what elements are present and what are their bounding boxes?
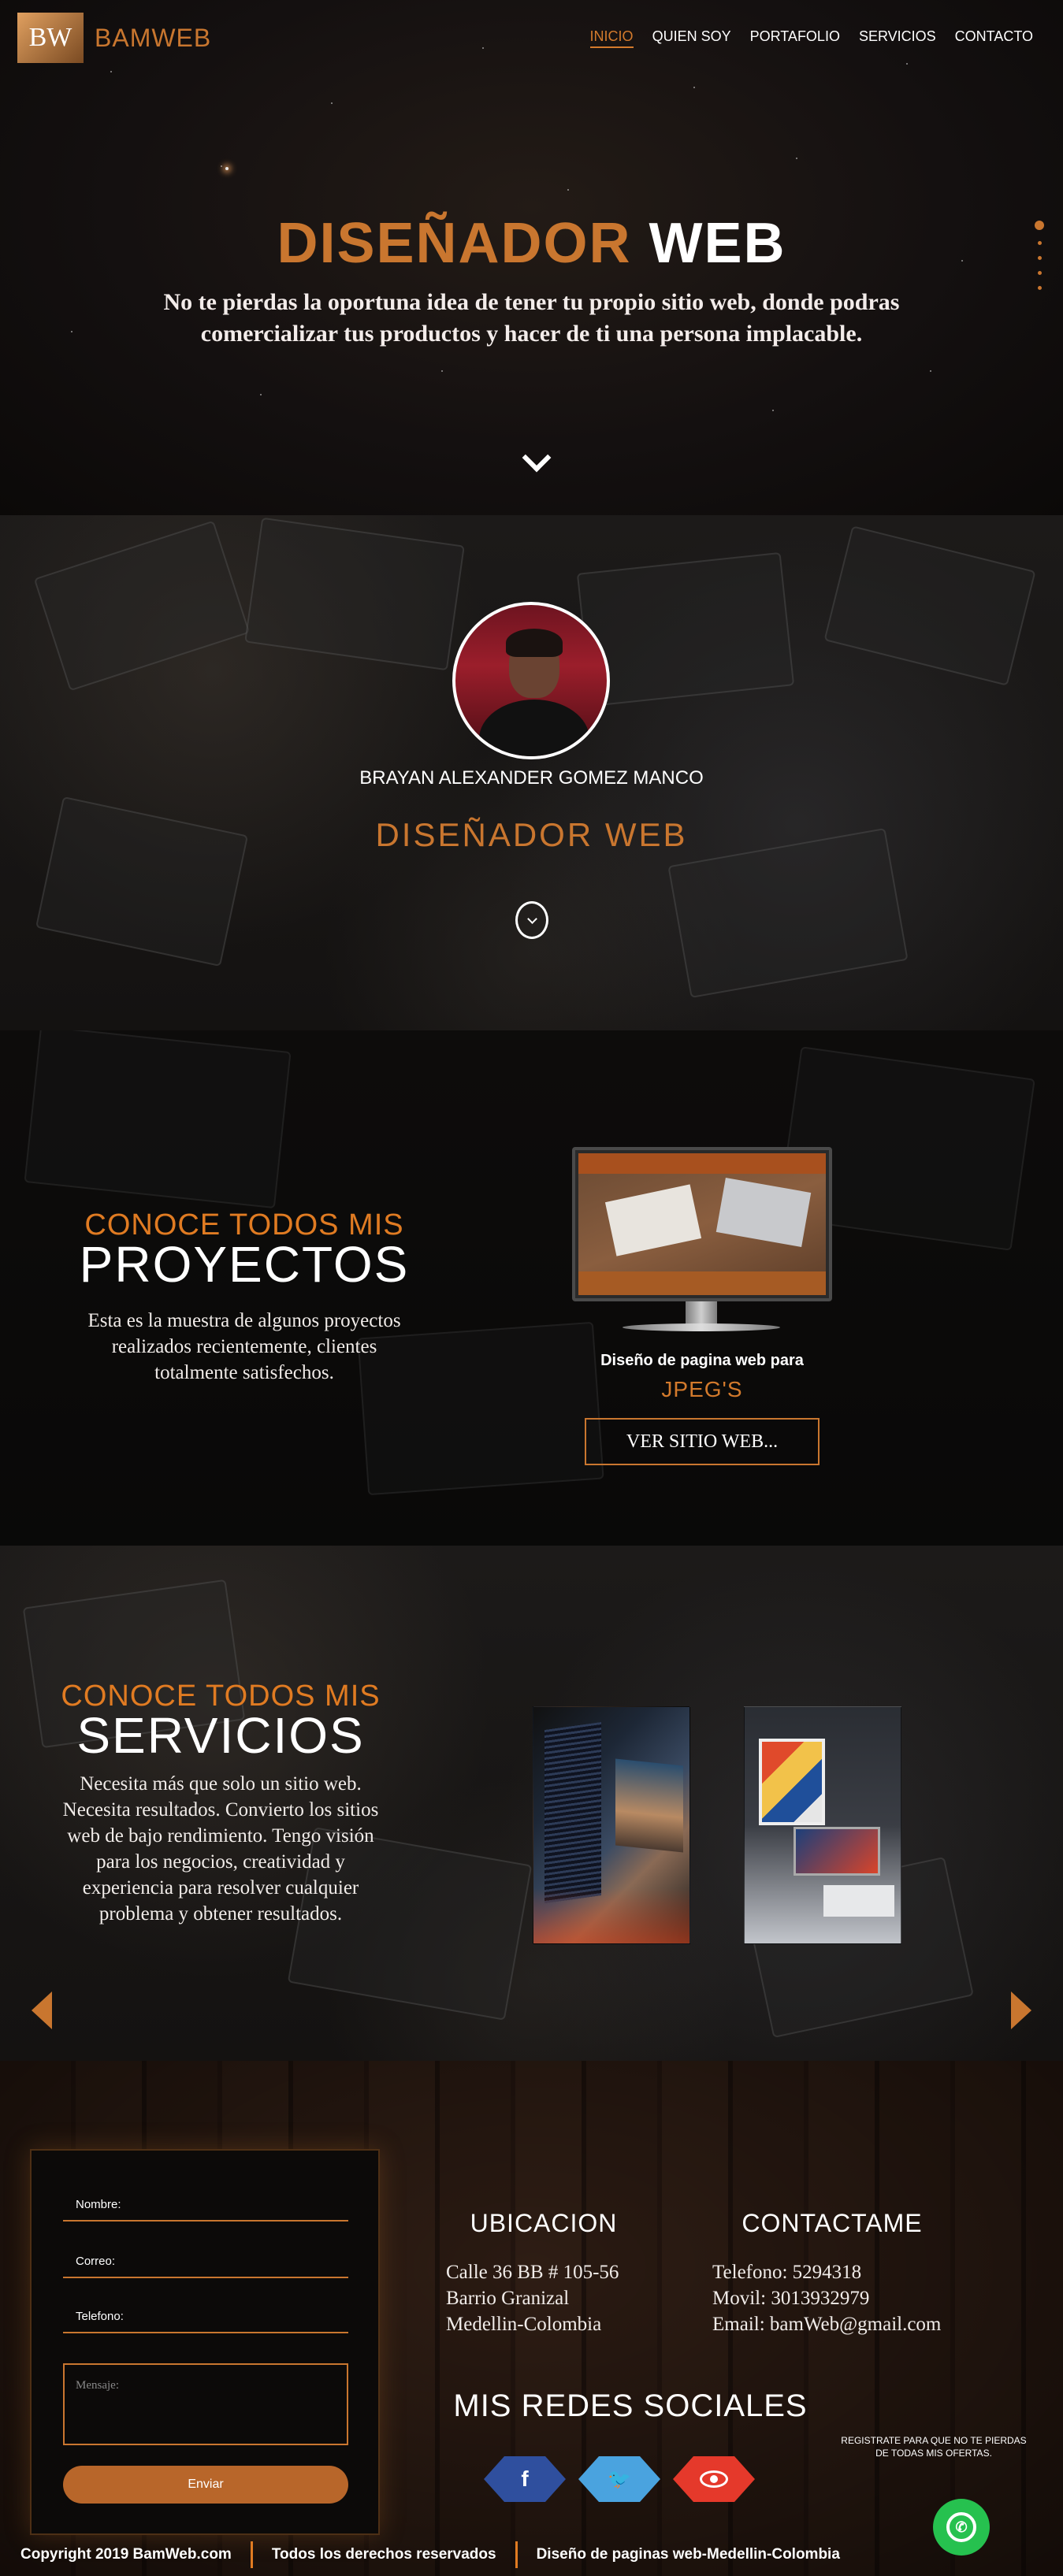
- location-lines: Calle 36 BB # 105-56 Barrio Granizal Med…: [446, 2259, 667, 2337]
- hero-title-white: WEB: [649, 212, 786, 275]
- service-image-workspace[interactable]: [744, 1706, 901, 1944]
- rights-text: Todos los derechos reservados: [271, 2546, 496, 2563]
- avatar: [452, 602, 610, 759]
- hero-section: BW BAMWEB INICIO QUIEN SOY PORTAFOLIO SE…: [0, 0, 1063, 515]
- message-field[interactable]: Mensaje:: [63, 2363, 348, 2445]
- nav-item-servicios[interactable]: SERVICIOS: [859, 28, 936, 48]
- location-title: UBICACION: [470, 2209, 618, 2237]
- nav-item-portafolio[interactable]: PORTAFOLIO: [750, 28, 840, 48]
- contact-lines: Telefono: 5294318 Movil: 3013932979 Emai…: [712, 2259, 965, 2337]
- visit-site-button[interactable]: VER SITIO WEB...: [585, 1418, 820, 1465]
- project-caption: Diseño de pagina web para: [600, 1352, 804, 1369]
- email-label: Correo:: [76, 2255, 116, 2268]
- whatsapp-icon: ✆: [946, 2512, 976, 2542]
- projects-text: Esta es la muestra de algunos proyectos …: [87, 1310, 401, 1383]
- hero-subtitle: No te pierdas la oportuna idea de tener …: [163, 289, 900, 347]
- monitor-base: [623, 1323, 780, 1331]
- services-title: SERVICIOS: [76, 1707, 365, 1764]
- nav-item-inicio[interactable]: INICIO: [589, 28, 634, 48]
- project-preview[interactable]: [572, 1147, 832, 1301]
- carousel-next-icon[interactable]: [1011, 1991, 1031, 2029]
- location-line: Barrio Granizal: [446, 2288, 570, 2309]
- section-dot[interactable]: [1037, 241, 1042, 245]
- profile-role: DISEÑADOR WEB: [375, 816, 688, 853]
- divider: [250, 2541, 253, 2568]
- footer-bar: Copyright 2019 BamWeb.com Todos los dere…: [0, 2533, 1063, 2576]
- phone-label: Telefono:: [76, 2310, 124, 2323]
- email-field[interactable]: [63, 2277, 348, 2278]
- tagline-text: Diseño de paginas web-Medellin-Colombia: [536, 2546, 840, 2563]
- service-image-coding[interactable]: [533, 1706, 690, 1944]
- chevron-down-icon: [526, 913, 537, 924]
- background-laptop: [33, 520, 251, 692]
- name-label: Nombre:: [76, 2198, 121, 2211]
- social-title: MIS REDES SOCIALES: [453, 2389, 808, 2423]
- main-nav: INICIO QUIEN SOY PORTAFOLIO SERVICIOS CO…: [589, 28, 1033, 48]
- projects-title: PROYECTOS: [79, 1236, 410, 1293]
- background-laptop: [244, 517, 465, 671]
- phone-field[interactable]: [63, 2332, 348, 2333]
- divider: [515, 2541, 518, 2568]
- contact-email[interactable]: Email: bamWeb@gmail.com: [712, 2311, 965, 2337]
- contact-phone: Telefono: 5294318: [712, 2262, 862, 2283]
- services-section: CONOCE TODOS MIS SERVICIOS Necesita más …: [0, 1546, 1063, 2061]
- section-dot[interactable]: [1037, 271, 1042, 275]
- project-name: JPEG'S: [661, 1377, 743, 1401]
- profile-section: BRAYAN ALEXANDER GOMEZ MANCO DISEÑADOR W…: [0, 515, 1063, 1030]
- contact-title: CONTACTAME: [741, 2209, 923, 2237]
- background-laptop: [823, 525, 1036, 686]
- subscribe-text: REGISTRATE PARA QUE NO TE PIERDAS DE TOD…: [841, 2435, 1027, 2459]
- logo-mark[interactable]: BW: [17, 13, 84, 63]
- location-line: Calle 36 BB # 105-56: [446, 2262, 619, 2283]
- contact-mobile: Movil: 3013932979: [712, 2288, 870, 2309]
- name-field[interactable]: [63, 2220, 348, 2222]
- section-dots: [1035, 221, 1044, 290]
- nav-item-quien-soy[interactable]: QUIEN SOY: [652, 28, 731, 48]
- services-text: Necesita más que solo un sitio web. Nece…: [62, 1773, 379, 1925]
- hero-title-orange: DISEÑADOR: [277, 212, 632, 275]
- section-dot[interactable]: [1037, 286, 1042, 290]
- send-button[interactable]: Enviar: [63, 2466, 348, 2504]
- carousel-prev-icon[interactable]: [32, 1991, 52, 2029]
- projects-section: CONOCE TODOS MIS PROYECTOS Esta es la mu…: [0, 1030, 1063, 1546]
- section-dot-active[interactable]: [1035, 221, 1044, 230]
- nav-item-contacto[interactable]: CONTACTO: [955, 28, 1033, 48]
- location-line: Medellin-Colombia: [446, 2314, 602, 2335]
- profile-name: BRAYAN ALEXANDER GOMEZ MANCO: [359, 767, 704, 789]
- chevron-down-icon[interactable]: [522, 443, 552, 473]
- scroll-down-button[interactable]: [515, 901, 548, 939]
- monitor-stand: [686, 1301, 717, 1325]
- hero-title: DISEÑADOR WEB: [0, 211, 1063, 276]
- contact-form: Nombre: Correo: Telefono: Mensaje: Envia…: [30, 2149, 380, 2535]
- whatsapp-button[interactable]: ✆: [933, 2499, 990, 2556]
- footer-section: Nombre: Correo: Telefono: Mensaje: Envia…: [0, 2061, 1063, 2576]
- copyright-text: Copyright 2019 BamWeb.com: [20, 2546, 232, 2563]
- section-dot[interactable]: [1037, 256, 1042, 260]
- logo-text[interactable]: BAMWEB: [95, 24, 211, 53]
